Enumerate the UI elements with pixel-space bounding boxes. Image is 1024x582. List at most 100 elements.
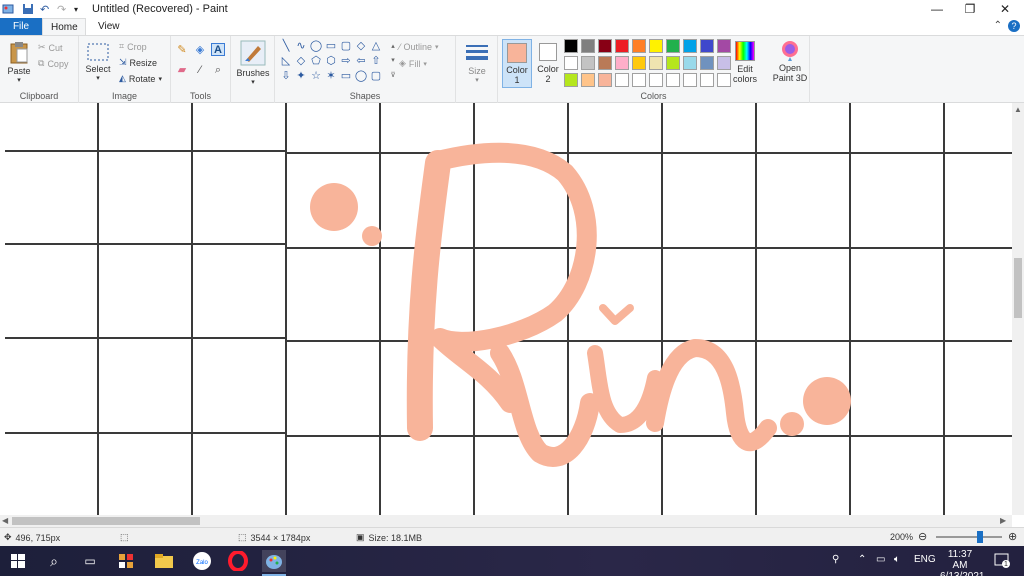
pentagon-shape-icon[interactable]: ⬠ bbox=[309, 55, 323, 68]
shapes-scroll-up-icon[interactable]: ▴ bbox=[386, 40, 400, 53]
down-arrow-shape-icon[interactable]: ⇩ bbox=[279, 70, 293, 83]
volume-icon[interactable]: 🔈︎ bbox=[894, 554, 900, 565]
palette-swatch[interactable] bbox=[615, 56, 629, 70]
tab-file[interactable]: File bbox=[0, 18, 42, 35]
minimize-button[interactable]: — bbox=[920, 0, 954, 18]
zoom-slider-track[interactable] bbox=[936, 531, 1002, 543]
zalo-icon[interactable]: Zalo bbox=[190, 550, 214, 572]
palette-swatch[interactable] bbox=[581, 73, 595, 87]
vertical-scroll-thumb[interactable] bbox=[1014, 258, 1022, 318]
palette-swatch[interactable] bbox=[717, 56, 731, 70]
fill-button[interactable]: ◈ Fill ▾ bbox=[399, 58, 427, 69]
six-point-star-shape-icon[interactable]: ✶ bbox=[324, 70, 338, 83]
palette-swatch[interactable] bbox=[632, 73, 646, 87]
search-icon[interactable]: ⌕ bbox=[42, 550, 66, 572]
palette-swatch[interactable] bbox=[700, 56, 714, 70]
help-icon[interactable]: ? bbox=[1008, 20, 1020, 32]
diamond-shape-icon[interactable]: ◇ bbox=[294, 55, 308, 68]
palette-swatch[interactable] bbox=[581, 39, 595, 53]
size-button[interactable]: Size ▾ bbox=[462, 42, 492, 84]
magnifier-icon[interactable]: ⌕ bbox=[211, 64, 225, 77]
redo-icon[interactable]: ↷ bbox=[57, 2, 66, 16]
zoom-slider-thumb[interactable] bbox=[976, 531, 983, 543]
oval-callout-shape-icon[interactable]: ◯ bbox=[354, 70, 368, 83]
palette-swatch[interactable] bbox=[598, 56, 612, 70]
zoom-out-button[interactable]: ⊖ bbox=[918, 530, 927, 543]
right-triangle-shape-icon[interactable]: ◺ bbox=[279, 55, 293, 68]
palette-swatch[interactable] bbox=[564, 56, 578, 70]
network-icon[interactable]: ▭ bbox=[876, 554, 885, 565]
palette-swatch[interactable] bbox=[581, 56, 595, 70]
palette-swatch[interactable] bbox=[683, 56, 697, 70]
people-icon[interactable]: ⚲ bbox=[832, 554, 839, 565]
pencil-icon[interactable]: ✎ bbox=[175, 44, 189, 57]
scroll-left-icon[interactable]: ◀ bbox=[2, 516, 8, 525]
rounded-rectangle-shape-icon[interactable]: ▢ bbox=[339, 40, 353, 53]
tab-view[interactable]: View bbox=[90, 18, 128, 35]
collapse-ribbon-icon[interactable]: ⌃ bbox=[994, 20, 1002, 31]
palette-swatch[interactable] bbox=[649, 73, 663, 87]
palette-swatch[interactable] bbox=[649, 39, 663, 53]
brushes-button[interactable]: Brushes ▾ bbox=[235, 40, 271, 86]
clock[interactable]: 11:37 AM 6/13/2021 bbox=[940, 549, 985, 582]
palette-swatch[interactable] bbox=[598, 39, 612, 53]
color2-button[interactable]: Color 2 bbox=[534, 39, 562, 88]
outline-button[interactable]: ⁄ Outline ▾ bbox=[399, 42, 439, 52]
palette-swatch[interactable] bbox=[598, 73, 612, 87]
maximize-button[interactable]: ❐ bbox=[953, 0, 987, 18]
select-dropdown-icon[interactable]: ▾ bbox=[83, 74, 113, 82]
polygon-shape-icon[interactable]: ◇ bbox=[354, 40, 368, 53]
zoom-in-button[interactable]: ⊕ bbox=[1008, 530, 1017, 543]
triangle-shape-icon[interactable]: △ bbox=[369, 40, 383, 53]
curve-shape-icon[interactable]: ∿ bbox=[294, 40, 308, 53]
text-icon[interactable]: A bbox=[211, 43, 225, 56]
opera-icon[interactable] bbox=[226, 550, 250, 572]
horizontal-scroll-thumb[interactable] bbox=[12, 517, 200, 525]
palette-swatch[interactable] bbox=[717, 73, 731, 87]
oval-shape-icon[interactable]: ◯ bbox=[309, 40, 323, 53]
palette-swatch[interactable] bbox=[683, 73, 697, 87]
five-point-star-shape-icon[interactable]: ☆ bbox=[309, 70, 323, 83]
save-icon[interactable] bbox=[22, 2, 34, 16]
rectangle-shape-icon[interactable]: ▭ bbox=[324, 40, 338, 53]
scroll-right-icon[interactable]: ▶ bbox=[1000, 516, 1006, 525]
cloud-callout-shape-icon[interactable]: ▢ bbox=[369, 70, 383, 83]
rounded-callout-shape-icon[interactable]: ▭ bbox=[339, 70, 353, 83]
file-explorer-icon[interactable] bbox=[152, 550, 176, 572]
palette-swatch[interactable] bbox=[700, 73, 714, 87]
customize-quick-access-icon[interactable]: ▾ bbox=[74, 2, 78, 16]
scroll-up-icon[interactable]: ▲ bbox=[1014, 105, 1022, 114]
palette-swatch[interactable] bbox=[615, 73, 629, 87]
palette-swatch[interactable] bbox=[564, 73, 578, 87]
undo-icon[interactable]: ↶ bbox=[40, 2, 49, 16]
shapes-scroll-down-icon[interactable]: ▾ bbox=[386, 54, 400, 67]
select-button[interactable]: Select ▾ bbox=[83, 42, 113, 82]
palette-swatch[interactable] bbox=[615, 39, 629, 53]
rotate-button[interactable]: ◭ Rotate ▾ bbox=[119, 73, 162, 84]
shapes-expand-icon[interactable]: ⊽ bbox=[386, 69, 400, 82]
edit-colors-button[interactable]: Edit colors bbox=[730, 39, 760, 84]
palette-swatch[interactable] bbox=[683, 39, 697, 53]
resize-button[interactable]: ⇲ Resize bbox=[119, 57, 157, 68]
paste-button[interactable]: Paste ▾ bbox=[4, 40, 34, 84]
four-point-star-shape-icon[interactable]: ✦ bbox=[294, 70, 308, 83]
palette-swatch[interactable] bbox=[649, 56, 663, 70]
paste-dropdown-icon[interactable]: ▾ bbox=[4, 76, 34, 84]
drawing-canvas[interactable] bbox=[0, 103, 1012, 515]
close-button[interactable]: ✕ bbox=[988, 0, 1022, 18]
color-picker-icon[interactable]: ⁄ bbox=[193, 64, 207, 77]
palette-swatch[interactable] bbox=[564, 39, 578, 53]
palette-swatch[interactable] bbox=[632, 56, 646, 70]
paint-icon[interactable] bbox=[262, 550, 286, 572]
hexagon-shape-icon[interactable]: ⬡ bbox=[324, 55, 338, 68]
cut-button[interactable]: ✂ Cut bbox=[38, 42, 63, 53]
copy-button[interactable]: ⧉ Copy bbox=[38, 58, 68, 69]
palette-swatch[interactable] bbox=[666, 39, 680, 53]
horizontal-scrollbar[interactable]: ◀ ▶ bbox=[0, 515, 1012, 527]
palette-swatch[interactable] bbox=[632, 39, 646, 53]
left-arrow-shape-icon[interactable]: ⇦ bbox=[354, 55, 368, 68]
crop-button[interactable]: ⌗ Crop bbox=[119, 41, 147, 52]
palette-swatch[interactable] bbox=[717, 39, 731, 53]
palette-swatch[interactable] bbox=[700, 39, 714, 53]
vertical-scrollbar[interactable]: ▲ bbox=[1012, 103, 1024, 515]
